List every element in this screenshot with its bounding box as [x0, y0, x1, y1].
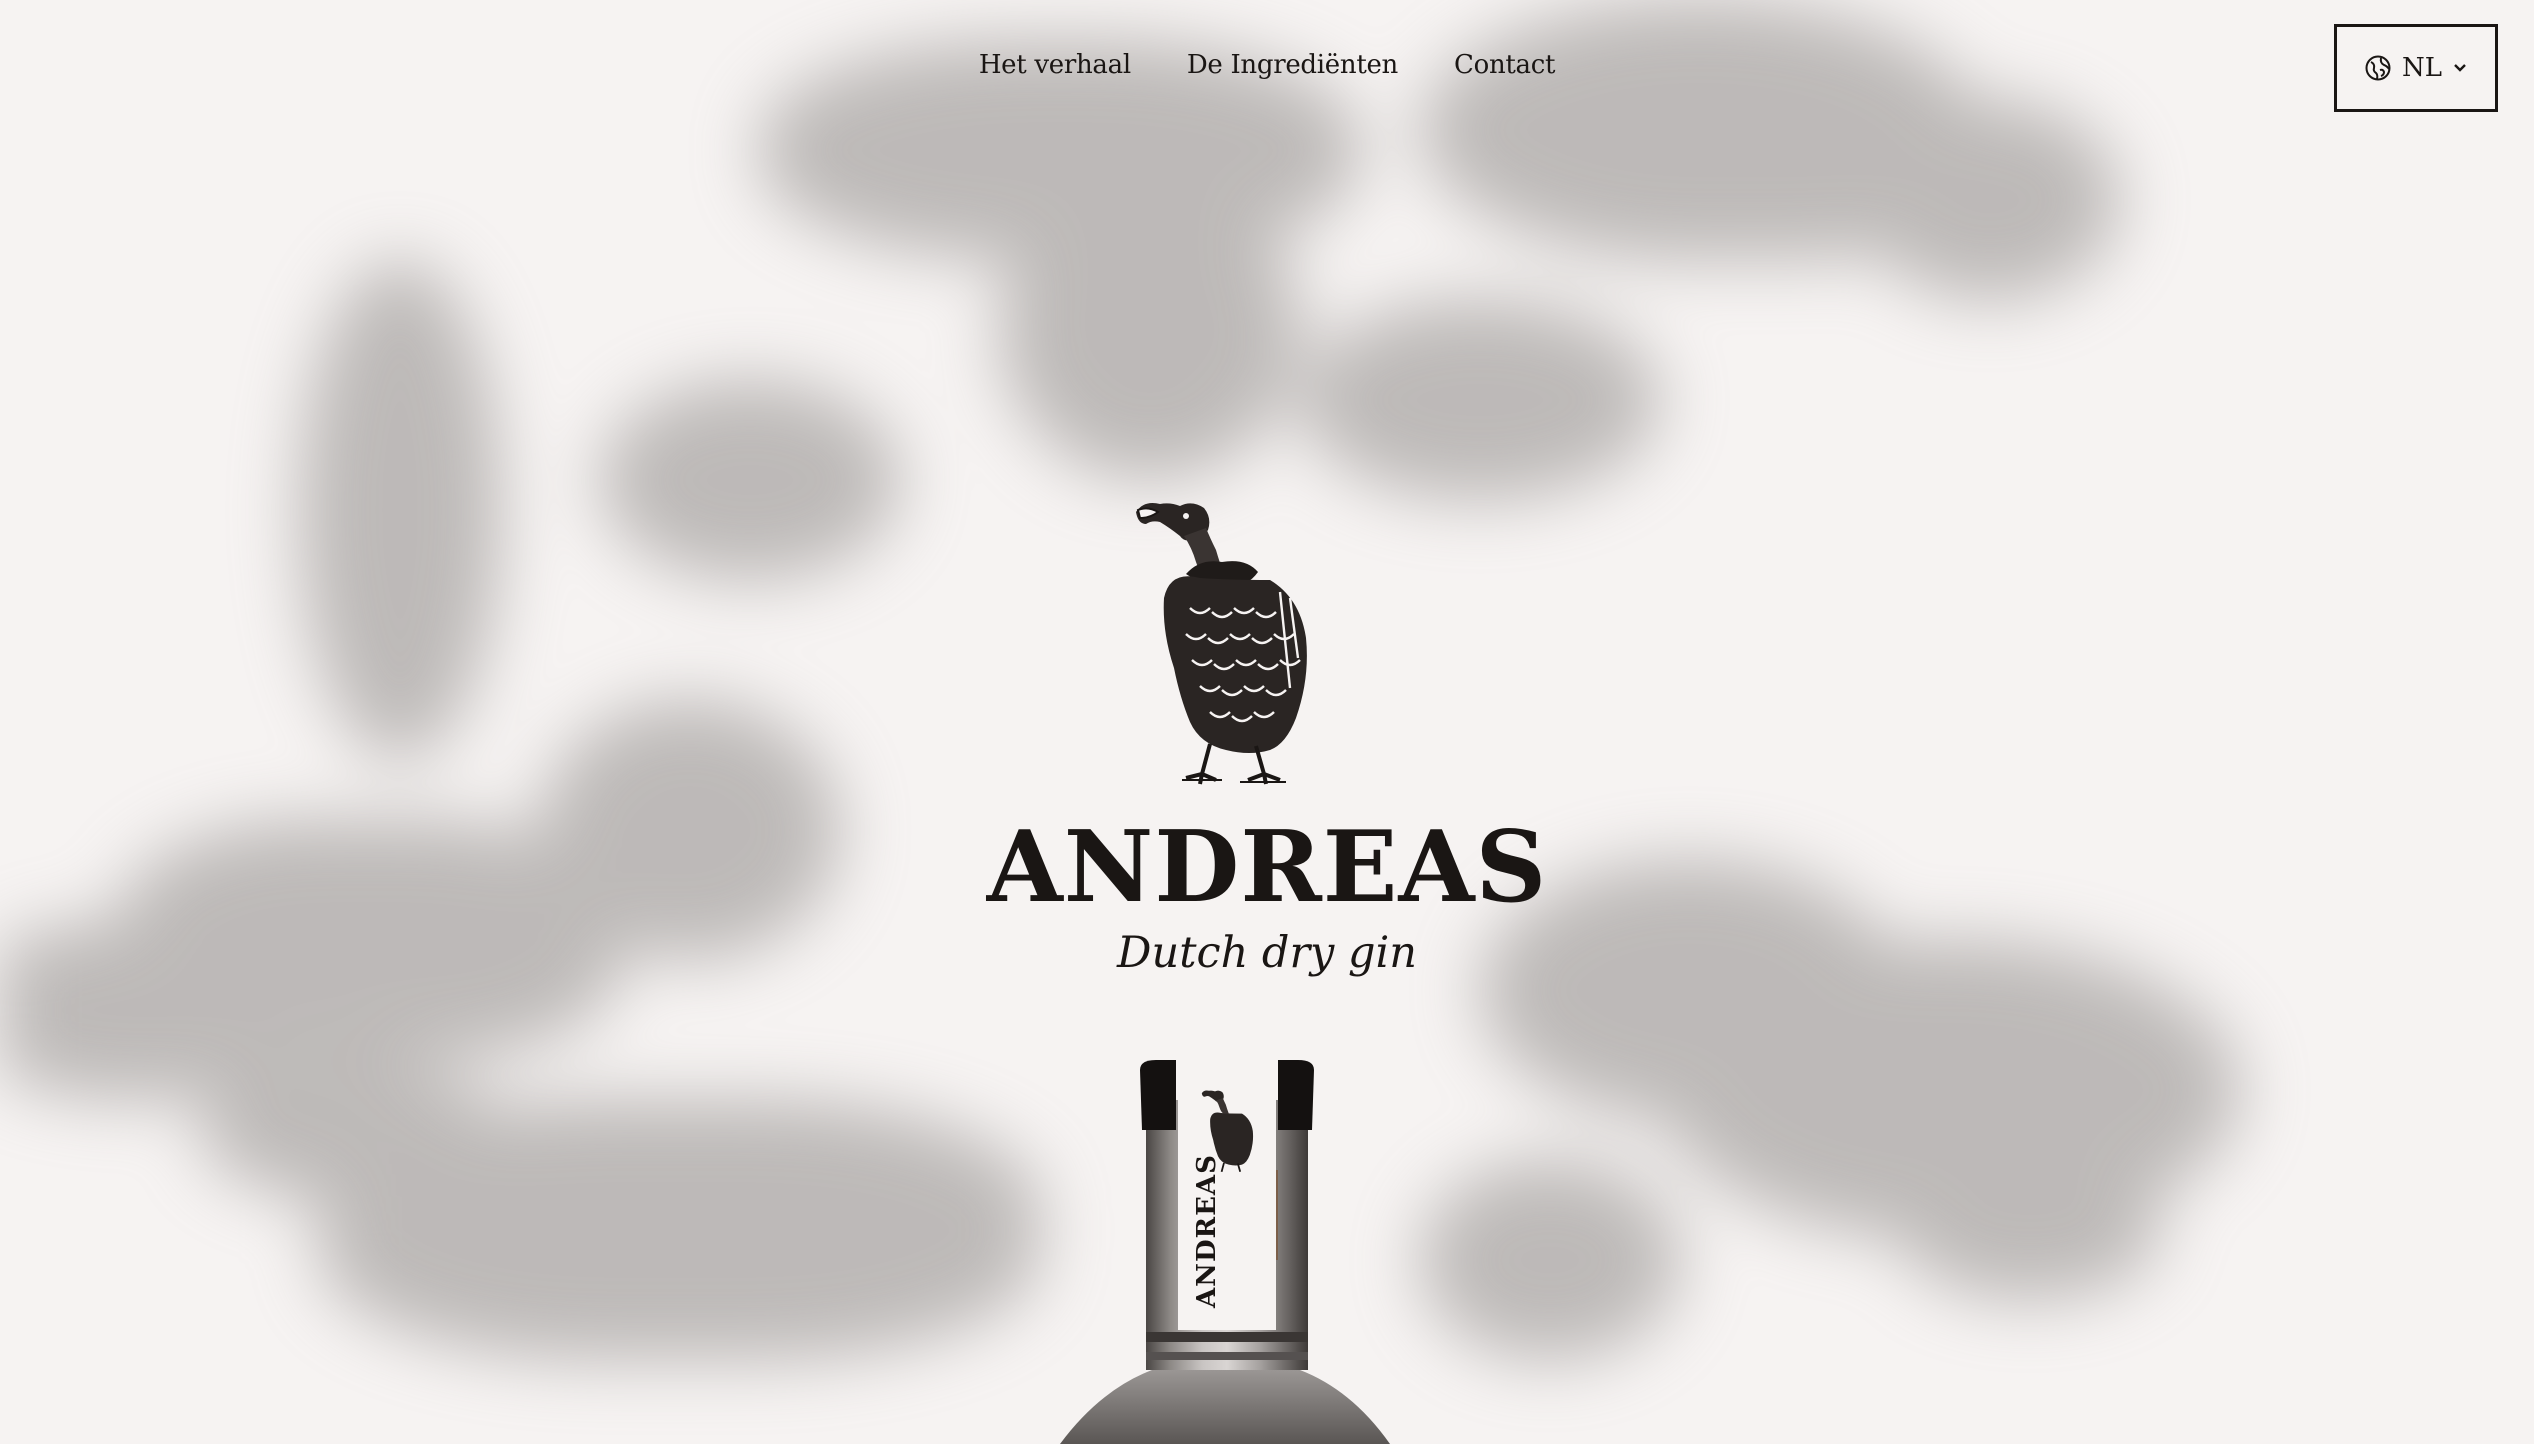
bottle-label-text: ANDREAS — [1192, 1154, 1222, 1308]
brand-tagline: Dutch dry gin — [1117, 928, 1417, 978]
nav-link-het-verhaal[interactable]: Het verhaal — [979, 44, 1131, 86]
globe-icon — [2364, 54, 2392, 82]
language-selector-button[interactable]: NL — [2334, 24, 2498, 112]
main-navigation: Het verhaal De Ingrediënten Contact — [0, 44, 2534, 86]
nav-link-ingredienten[interactable]: De Ingrediënten — [1187, 44, 1398, 86]
language-code: NL — [2401, 53, 2442, 83]
nav-link-contact[interactable]: Contact — [1454, 44, 1555, 86]
vulture-illustration — [1136, 503, 1307, 785]
brand-title: ANDREAS — [986, 810, 1548, 925]
gin-bottle-image — [1060, 1060, 1390, 1444]
chevron-down-icon — [2452, 62, 2468, 74]
